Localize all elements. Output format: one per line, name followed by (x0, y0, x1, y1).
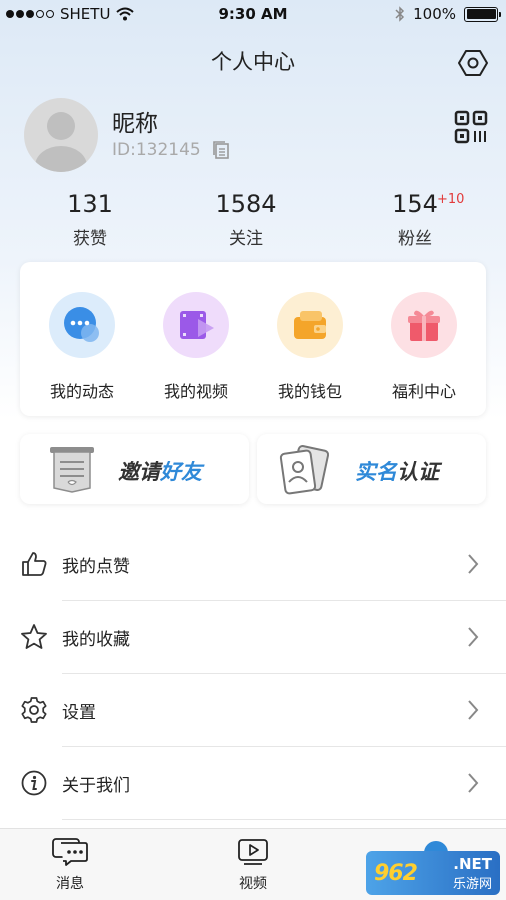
gift-icon (408, 310, 440, 341)
battery-percent: 100% (413, 5, 456, 23)
menu-item-settings[interactable]: 设置 (0, 674, 506, 747)
battery-icon (464, 6, 501, 22)
quick-my-posts-label: 我的动态 (49, 382, 114, 401)
invite-friends-text: 邀请好友 (118, 456, 202, 486)
invite-text-part1: 邀请 (118, 460, 160, 484)
watermark-sub: 乐游网 (452, 877, 492, 892)
tab-messages-label: 消息 (56, 876, 84, 892)
chevron-right-icon (468, 700, 479, 720)
stat-likes-value: 131 (67, 190, 113, 218)
message-bubble-icon (52, 838, 88, 866)
tab-messages[interactable]: 消息 (30, 837, 110, 893)
video-tab-icon (238, 839, 268, 865)
chevron-right-icon (468, 627, 479, 647)
settings-hexagon-icon[interactable] (458, 48, 488, 78)
copy-icon[interactable] (211, 140, 231, 160)
stat-fans[interactable]: 154 粉丝 +10 (355, 190, 475, 249)
menu-item-my-favorites[interactable]: 我的收藏 (0, 601, 506, 674)
quick-my-videos-label: 我的视频 (163, 382, 228, 401)
menu-item-my-likes[interactable]: 我的点赞 (0, 528, 506, 601)
divider (62, 819, 506, 820)
default-avatar-icon (35, 112, 87, 172)
invite-friends-banner[interactable]: 邀请好友 (20, 434, 249, 504)
menu-item-label: 关于我们 (62, 776, 130, 796)
menu-item-label: 我的点赞 (62, 557, 130, 577)
verify-text-part1: 实名 (355, 460, 397, 484)
info-icon (21, 770, 47, 796)
status-bar: SHETU 9:30 AM 100% (0, 0, 506, 30)
qr-code-icon[interactable] (454, 110, 488, 144)
site-watermark-logo: 962 .NET 乐游网 (366, 851, 500, 895)
page-title: 个人中心 (211, 50, 295, 74)
stat-likes[interactable]: 131 获赞 (30, 190, 150, 249)
chevron-right-icon (468, 554, 479, 574)
quick-my-posts[interactable]: 我的动态 (32, 292, 132, 402)
nickname: 昵称 (112, 111, 158, 137)
stat-following[interactable]: 1584 关注 (186, 190, 306, 249)
id-card-icon (279, 445, 330, 495)
quick-welfare-center[interactable]: 福利中心 (374, 292, 474, 402)
menu-item-label: 我的收藏 (62, 630, 130, 650)
watermark-main: 962 (374, 860, 418, 886)
star-icon (21, 624, 47, 649)
invite-scroll-icon (50, 447, 94, 493)
thumbs-up-icon (22, 552, 47, 576)
verify-text-part2: 认证 (397, 460, 439, 484)
chevron-right-icon (468, 773, 479, 793)
wallet-icon (294, 311, 326, 339)
gear-icon (21, 697, 47, 723)
invite-text-part2: 好友 (160, 460, 202, 484)
quick-actions-card: 我的动态 我的视频 我的钱包 福利中心 (20, 262, 486, 416)
menu-item-label: 设置 (62, 703, 96, 723)
quick-my-wallet-label: 我的钱包 (277, 382, 342, 401)
bluetooth-icon (395, 6, 405, 22)
quick-my-videos[interactable]: 我的视频 (146, 292, 246, 402)
tab-videos-label: 视频 (239, 876, 267, 892)
video-play-icon (180, 311, 214, 339)
avatar[interactable] (24, 98, 98, 172)
real-name-verify-text: 实名认证 (355, 456, 439, 486)
stat-following-value: 1584 (215, 190, 277, 218)
stat-following-label: 关注 (229, 229, 263, 249)
watermark-net: .NET (453, 855, 492, 873)
real-name-verify-banner[interactable]: 实名认证 (257, 434, 486, 504)
menu-item-about-us[interactable]: 关于我们 (0, 747, 506, 820)
bottom-tab-bar: 消息 视频 962 .NET 乐游网 (0, 828, 506, 900)
tab-videos[interactable]: 视频 (213, 837, 293, 893)
quick-welfare-center-label: 福利中心 (391, 382, 456, 401)
user-id-row: ID:132145 (112, 140, 231, 160)
user-id: ID:132145 (112, 140, 201, 160)
stat-fans-label: 粉丝 (398, 229, 432, 249)
chat-bubble-icon (64, 307, 99, 342)
quick-my-wallet[interactable]: 我的钱包 (260, 292, 360, 402)
fans-new-badge: +10 (437, 192, 465, 207)
stat-likes-label: 获赞 (73, 229, 107, 249)
